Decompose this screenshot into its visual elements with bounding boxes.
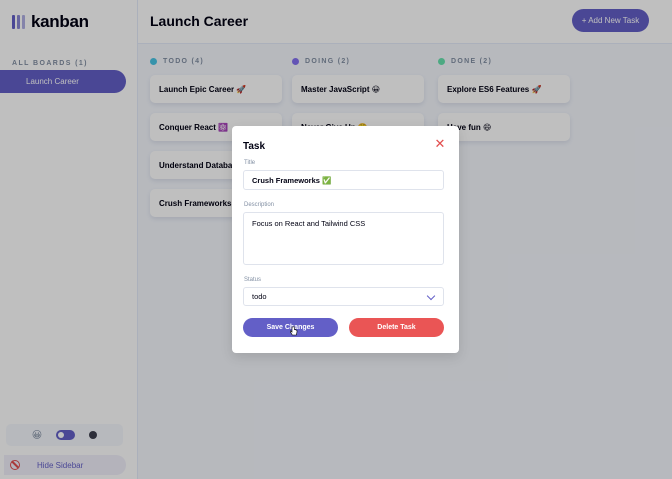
delete-task-button[interactable]: Delete Task — [349, 318, 444, 337]
status-label: Status — [244, 277, 262, 283]
close-icon[interactable]: ✕ — [434, 137, 446, 150]
edit-task-modal: Task ✕ Title Crush Frameworks ✅ Descript… — [232, 126, 459, 353]
hand-cursor-icon — [290, 326, 298, 336]
status-select[interactable]: todo — [243, 287, 444, 306]
status-value: todo — [252, 292, 267, 301]
description-textarea[interactable]: Focus on React and Tailwind CSS — [243, 212, 444, 265]
title-input[interactable]: Crush Frameworks ✅ — [243, 170, 444, 190]
description-label: Description — [244, 202, 275, 208]
title-label: Title — [244, 160, 256, 166]
chevron-down-icon — [426, 291, 436, 301]
kanban-app: kanban ALL BOARDS (1) Launch Career 😀 Hi… — [0, 0, 672, 479]
modal-title: Task — [243, 141, 266, 152]
